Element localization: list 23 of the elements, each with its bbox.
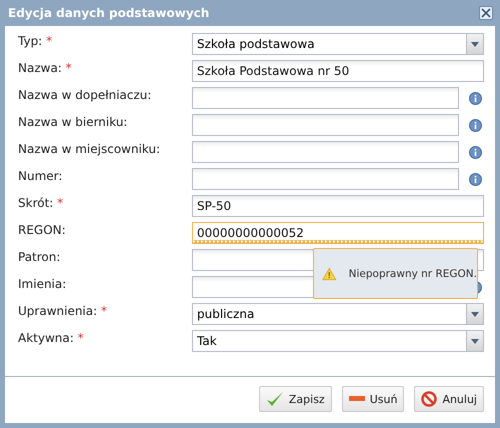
select-field[interactable]: Szkoła podstawowa	[192, 33, 484, 55]
field-label: Aktywna: *	[18, 330, 85, 345]
select-field[interactable]: publiczna	[192, 303, 484, 325]
input-field[interactable]: Szkoła Podstawowa nr 50	[192, 60, 484, 82]
field-label: Nazwa: *	[18, 60, 73, 75]
delete-button[interactable]: Usuń	[342, 386, 404, 412]
window-title: Edycja danych podstawowych	[8, 6, 210, 20]
field-label: Nazwa w dopełniaczu:	[18, 87, 152, 102]
field-label: Imienia:	[18, 276, 68, 291]
select-field[interactable]: Tak	[192, 330, 484, 352]
field-label: Patron:	[18, 249, 62, 264]
field-label: Numer:	[18, 168, 64, 183]
cancel-button[interactable]: Anuluj	[414, 386, 484, 412]
save-button[interactable]: Zapisz	[258, 386, 332, 412]
field-label: Skrót: *	[18, 195, 64, 210]
field-label: Typ: *	[18, 33, 54, 48]
field-label: Uprawnienia: *	[18, 303, 108, 318]
tooltip-text: Niepoprawny nr REGON.	[348, 268, 477, 280]
field-label: Nazwa w bierniku:	[18, 114, 128, 129]
input-field[interactable]: SP-50	[192, 195, 484, 217]
field-label: Nazwa w miejscowniku:	[18, 141, 162, 156]
field-label: REGON:	[18, 222, 67, 237]
input-field[interactable]: 00000000000052	[192, 222, 484, 244]
